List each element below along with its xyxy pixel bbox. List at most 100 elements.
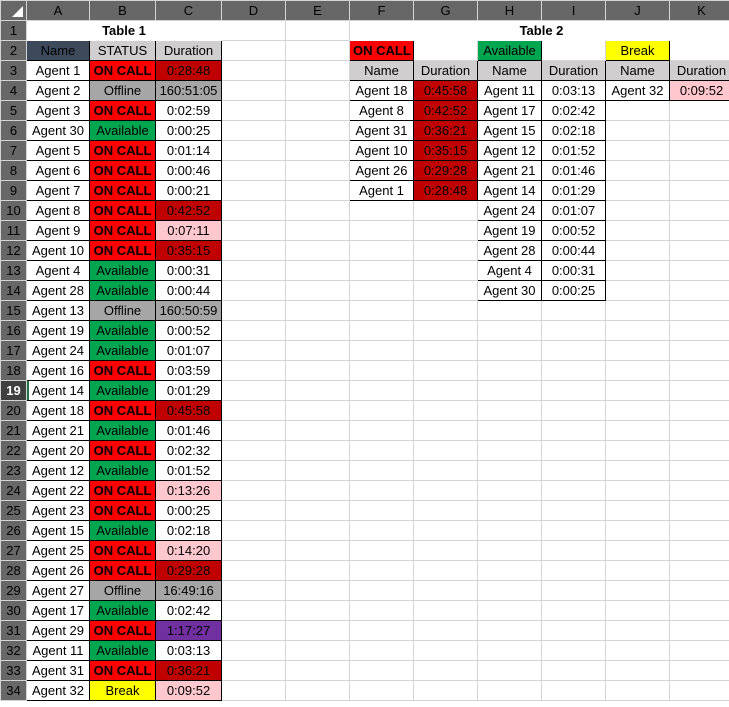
column-header-h[interactable]: H: [477, 0, 542, 21]
table2-oncall-duration[interactable]: 0:36:21: [413, 120, 478, 141]
empty-cell[interactable]: [669, 440, 729, 461]
table1-cell-duration[interactable]: 0:01:14: [155, 140, 222, 161]
empty-cell[interactable]: [285, 280, 350, 301]
table1-cell-status[interactable]: ON CALL: [89, 560, 156, 581]
table1-cell-duration[interactable]: 0:29:28: [155, 560, 222, 581]
empty-cell[interactable]: [221, 600, 286, 621]
column-header-k[interactable]: K: [669, 0, 729, 21]
empty-cell[interactable]: [221, 420, 286, 441]
empty-cell[interactable]: [285, 60, 350, 81]
table2-oncall-duration[interactable]: 0:42:52: [413, 100, 478, 121]
empty-cell[interactable]: [605, 300, 670, 321]
table1-cell-duration[interactable]: 0:02:32: [155, 440, 222, 461]
empty-cell[interactable]: [285, 80, 350, 101]
table1-cell-status[interactable]: Available: [89, 320, 156, 341]
empty-cell[interactable]: [221, 280, 286, 301]
empty-cell[interactable]: [221, 220, 286, 241]
empty-cell[interactable]: [541, 440, 606, 461]
empty-cell[interactable]: [285, 100, 350, 121]
select-all-corner[interactable]: [0, 0, 27, 21]
table1-cell-name[interactable]: Agent 6: [26, 160, 90, 181]
table1-cell-duration[interactable]: 0:03:13: [155, 640, 222, 661]
empty-cell[interactable]: [413, 560, 478, 581]
table1-cell-status[interactable]: ON CALL: [89, 400, 156, 421]
table1-cell-status[interactable]: ON CALL: [89, 220, 156, 241]
empty-cell[interactable]: [413, 320, 478, 341]
row-header-12[interactable]: 12: [0, 240, 27, 261]
empty-cell[interactable]: [413, 640, 478, 661]
table1-cell-name[interactable]: Agent 1: [26, 60, 90, 81]
empty-cell[interactable]: [349, 600, 414, 621]
empty-cell[interactable]: [669, 160, 729, 181]
empty-cell[interactable]: [477, 400, 542, 421]
empty-cell[interactable]: [349, 420, 414, 441]
empty-cell[interactable]: [541, 40, 606, 61]
row-header-20[interactable]: 20: [0, 400, 27, 421]
empty-cell[interactable]: [669, 260, 729, 281]
table1-cell-name[interactable]: Agent 4: [26, 260, 90, 281]
row-header-6[interactable]: 6: [0, 120, 27, 141]
empty-cell[interactable]: [413, 600, 478, 621]
empty-cell[interactable]: [221, 100, 286, 121]
table1-cell-name[interactable]: Agent 7: [26, 180, 90, 201]
empty-cell[interactable]: [669, 560, 729, 581]
empty-cell[interactable]: [605, 440, 670, 461]
table1-cell-duration[interactable]: 0:00:52: [155, 320, 222, 341]
empty-cell[interactable]: [349, 660, 414, 681]
empty-cell[interactable]: [605, 540, 670, 561]
empty-cell[interactable]: [285, 300, 350, 321]
empty-cell[interactable]: [285, 580, 350, 601]
empty-cell[interactable]: [605, 560, 670, 581]
empty-cell[interactable]: [477, 360, 542, 381]
table1-cell-status[interactable]: Available: [89, 420, 156, 441]
table1-cell-duration[interactable]: 0:14:20: [155, 540, 222, 561]
empty-cell[interactable]: [285, 120, 350, 141]
empty-cell[interactable]: [541, 660, 606, 681]
table1-cell-name[interactable]: Agent 30: [26, 120, 90, 141]
table1-cell-name[interactable]: Agent 27: [26, 580, 90, 601]
empty-cell[interactable]: [669, 500, 729, 521]
empty-cell[interactable]: [605, 360, 670, 381]
table2-available-duration[interactable]: 0:00:44: [541, 240, 606, 261]
table2-available-name[interactable]: Agent 19: [477, 220, 542, 241]
empty-cell[interactable]: [413, 460, 478, 481]
empty-cell[interactable]: [285, 360, 350, 381]
empty-cell[interactable]: [221, 140, 286, 161]
empty-cell[interactable]: [605, 160, 670, 181]
table1-cell-name[interactable]: Agent 31: [26, 660, 90, 681]
empty-cell[interactable]: [221, 240, 286, 261]
empty-cell[interactable]: [413, 360, 478, 381]
empty-cell[interactable]: [605, 580, 670, 601]
empty-cell[interactable]: [477, 660, 542, 681]
row-header-10[interactable]: 10: [0, 200, 27, 221]
empty-cell[interactable]: [285, 480, 350, 501]
empty-cell[interactable]: [541, 540, 606, 561]
empty-cell[interactable]: [349, 620, 414, 641]
table1-cell-duration[interactable]: 0:03:59: [155, 360, 222, 381]
empty-cell[interactable]: [605, 100, 670, 121]
empty-cell[interactable]: [413, 540, 478, 561]
row-header-16[interactable]: 16: [0, 320, 27, 341]
empty-cell[interactable]: [605, 520, 670, 541]
empty-cell[interactable]: [349, 500, 414, 521]
empty-cell[interactable]: [669, 100, 729, 121]
empty-cell[interactable]: [349, 440, 414, 461]
empty-cell[interactable]: [541, 620, 606, 641]
table1-cell-status[interactable]: ON CALL: [89, 140, 156, 161]
row-header-17[interactable]: 17: [0, 340, 27, 361]
table1-cell-status[interactable]: ON CALL: [89, 160, 156, 181]
empty-cell[interactable]: [541, 680, 606, 701]
table1-cell-name[interactable]: Agent 5: [26, 140, 90, 161]
empty-cell[interactable]: [221, 300, 286, 321]
table2-oncall-duration[interactable]: 0:28:48: [413, 180, 478, 201]
empty-cell[interactable]: [413, 580, 478, 601]
table2-available-name[interactable]: Agent 12: [477, 140, 542, 161]
table1-cell-status[interactable]: ON CALL: [89, 660, 156, 681]
table1-cell-status[interactable]: Available: [89, 260, 156, 281]
table1-cell-status[interactable]: Available: [89, 340, 156, 361]
empty-cell[interactable]: [669, 520, 729, 541]
table2-available-name[interactable]: Agent 24: [477, 200, 542, 221]
empty-cell[interactable]: [349, 520, 414, 541]
empty-cell[interactable]: [413, 660, 478, 681]
row-header-27[interactable]: 27: [0, 540, 27, 561]
